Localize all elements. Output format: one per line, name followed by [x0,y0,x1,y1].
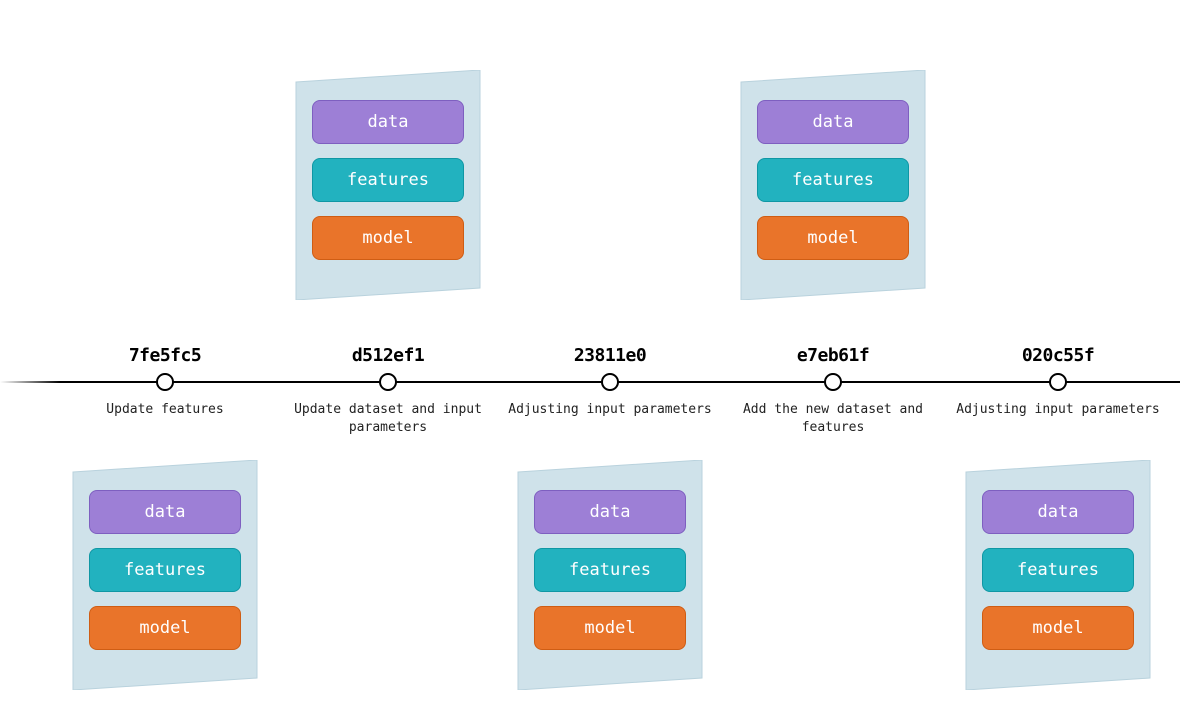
pill-features: features [89,548,241,592]
pill-stack: data features model [312,100,464,260]
snapshot-card-0: data features model [67,460,263,690]
pill-model: model [982,606,1134,650]
commit-hash: 020c55f [948,345,1168,366]
commit-hash: e7eb61f [723,345,943,366]
commit-dot-icon [156,373,174,391]
commit-dot-icon [379,373,397,391]
pill-model: model [312,216,464,260]
commit-dot-icon [1049,373,1067,391]
commit-dot-icon [601,373,619,391]
commit-message: Adjusting input parameters [948,401,1168,419]
pill-model: model [534,606,686,650]
pill-data: data [89,490,241,534]
snapshot-card-1: data features model [290,70,486,300]
commit-hash: 7fe5fc5 [55,345,275,366]
commit-hash: 23811e0 [500,345,720,366]
pill-stack: data features model [534,490,686,650]
pill-features: features [982,548,1134,592]
commit-message: Update dataset and input parameters [278,401,498,436]
pill-model: model [89,606,241,650]
pill-data: data [312,100,464,144]
commit-dot-icon [824,373,842,391]
snapshot-card-4: data features model [960,460,1156,690]
commit-message: Add the new dataset and features [723,401,943,436]
commit-hash: d512ef1 [278,345,498,366]
pill-data: data [757,100,909,144]
pill-stack: data features model [982,490,1134,650]
pill-model: model [757,216,909,260]
commit-message: Adjusting input parameters [500,401,720,419]
pill-features: features [757,158,909,202]
snapshot-card-3: data features model [735,70,931,300]
pill-stack: data features model [757,100,909,260]
pill-data: data [982,490,1134,534]
commit-message: Update features [55,401,275,419]
pill-stack: data features model [89,490,241,650]
pill-data: data [534,490,686,534]
snapshot-card-2: data features model [512,460,708,690]
pill-features: features [534,548,686,592]
timeline-line [0,381,1180,383]
pill-features: features [312,158,464,202]
